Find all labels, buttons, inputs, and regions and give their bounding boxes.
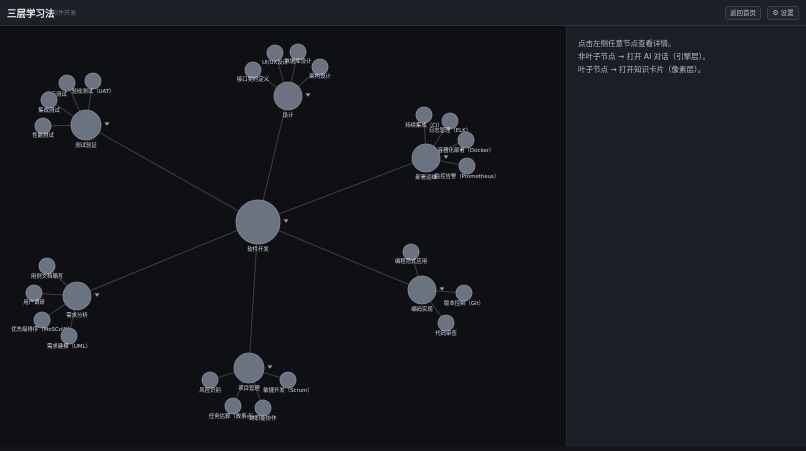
leaf-node-label: 用例文档编写 bbox=[31, 272, 63, 280]
leaf-node-label: 接口契约定义 bbox=[237, 75, 270, 83]
leaf-node[interactable] bbox=[60, 327, 78, 345]
leaf-node[interactable] bbox=[279, 371, 297, 389]
node-design-label: 设计 bbox=[283, 111, 294, 119]
leaf-node-label: 代码审查 bbox=[435, 329, 457, 337]
leaf-node[interactable] bbox=[402, 243, 420, 261]
panel-hint-line: 点击左侧任意节点查看详情。 bbox=[578, 39, 676, 48]
panel-hint-line: 叶子节点 → 打开知识卡片（像素层）。 bbox=[578, 65, 706, 74]
node-testing[interactable] bbox=[70, 109, 102, 141]
leaf-node-label: 监控告警（Prometheus） bbox=[435, 172, 500, 180]
leaf-node[interactable] bbox=[84, 72, 102, 90]
node-pm-label: 项目管理 bbox=[238, 384, 260, 392]
edge-root-requirements bbox=[76, 221, 259, 297]
node-coding-label: 编码实现 bbox=[411, 305, 433, 313]
edge-root-devops bbox=[257, 157, 427, 223]
app-title: 三层学习法 bbox=[7, 9, 55, 20]
leaf-node[interactable] bbox=[311, 58, 329, 76]
expand-caret-icon[interactable] bbox=[283, 219, 289, 223]
leaf-node-label: 集成测试 bbox=[38, 106, 60, 114]
node-requirements-label: 需求分析 bbox=[66, 311, 88, 319]
settings-button[interactable]: ⚙ 设置 bbox=[767, 6, 799, 20]
leaf-node[interactable] bbox=[458, 157, 476, 175]
edge-root-testing bbox=[85, 124, 259, 223]
leaf-node[interactable] bbox=[266, 44, 284, 62]
settings-label: 设置 bbox=[780, 9, 794, 17]
leaf-node-label: 数据库设计 bbox=[285, 57, 313, 65]
leaf-node-label: 容器化部署（Docker） bbox=[438, 146, 495, 154]
leaf-node[interactable] bbox=[455, 284, 473, 302]
node-design[interactable] bbox=[273, 81, 303, 111]
leaf-node-label: 需求建模（UML） bbox=[47, 342, 91, 350]
home-button[interactable]: 返回首页 bbox=[725, 6, 761, 20]
leaf-node[interactable] bbox=[254, 399, 272, 417]
expand-caret-icon[interactable] bbox=[305, 93, 311, 97]
leaf-node[interactable] bbox=[437, 314, 455, 332]
node-pm[interactable] bbox=[233, 352, 265, 384]
node-devops[interactable] bbox=[411, 143, 441, 173]
expand-caret-icon[interactable] bbox=[443, 155, 449, 159]
leaf-node[interactable] bbox=[415, 106, 433, 124]
gear-icon: ⚙ bbox=[772, 9, 779, 17]
expand-caret-icon[interactable] bbox=[439, 287, 445, 291]
edge-root-coding bbox=[257, 221, 423, 291]
leaf-node-label: 用户调研 bbox=[23, 298, 45, 306]
leaf-node-label: 性能测试 bbox=[32, 131, 54, 139]
leaf-node[interactable] bbox=[244, 61, 262, 79]
node-layer: 软件开发设计UI/UX设计数据库设计接口契约定义 架构设计测试验证单元测试 验收测试… bbox=[11, 43, 500, 422]
node-root[interactable] bbox=[235, 199, 281, 245]
panel-hint-line: 非叶子节点 → 打开 AI 对话（引擎层）。 bbox=[578, 52, 710, 61]
node-coding[interactable] bbox=[407, 275, 437, 305]
leaf-node-label: 跨职能协作 bbox=[250, 414, 278, 422]
leaf-node[interactable] bbox=[457, 131, 475, 149]
leaf-node-label: 风险识别 bbox=[199, 386, 221, 394]
expand-caret-icon[interactable] bbox=[104, 122, 110, 126]
leaf-node-label: 版本控制（Git） bbox=[444, 299, 484, 307]
node-root-label: 软件开发 bbox=[247, 245, 269, 253]
leaf-node-label: 验收测试（UAT） bbox=[72, 87, 115, 95]
node-requirements[interactable] bbox=[62, 281, 92, 311]
leaf-node-label: 编程范式应用 bbox=[395, 257, 427, 265]
expand-caret-icon[interactable] bbox=[267, 365, 273, 369]
leaf-node[interactable] bbox=[34, 117, 52, 135]
mindmap-graph[interactable]: 软件开发设计UI/UX设计数据库设计接口契约定义 架构设计测试验证单元测试 验收测试… bbox=[0, 26, 566, 447]
topic-subtitle: 软件开发 bbox=[52, 10, 77, 17]
leaf-node[interactable] bbox=[289, 43, 307, 61]
leaf-node[interactable] bbox=[40, 91, 58, 109]
detail-panel: 点击左侧任意节点查看详情。 非叶子节点 → 打开 AI 对话（引擎层）。 叶子节… bbox=[566, 26, 806, 447]
mindmap-canvas[interactable]: 软件开发 设计 UI/UX设计 数据库设计 接口契约定义 架构设计 测试验证 单元测试 验收测试… bbox=[0, 26, 566, 447]
leaf-node[interactable] bbox=[441, 112, 459, 130]
node-testing-label: 测试验证 bbox=[75, 141, 97, 149]
leaf-node-label: 敏捷开发（Scrum） bbox=[263, 386, 313, 394]
leaf-node-label: 架构设计 bbox=[309, 72, 331, 80]
leaf-node[interactable] bbox=[25, 284, 43, 302]
top-bar: 三层学习法 软件开发 返回首页 ⚙ 设置 bbox=[0, 0, 806, 26]
leaf-node[interactable] bbox=[33, 311, 51, 329]
leaf-node[interactable] bbox=[201, 371, 219, 389]
expand-caret-icon[interactable] bbox=[94, 293, 100, 297]
leaf-node[interactable] bbox=[224, 397, 242, 415]
leaf-node[interactable] bbox=[38, 257, 56, 275]
